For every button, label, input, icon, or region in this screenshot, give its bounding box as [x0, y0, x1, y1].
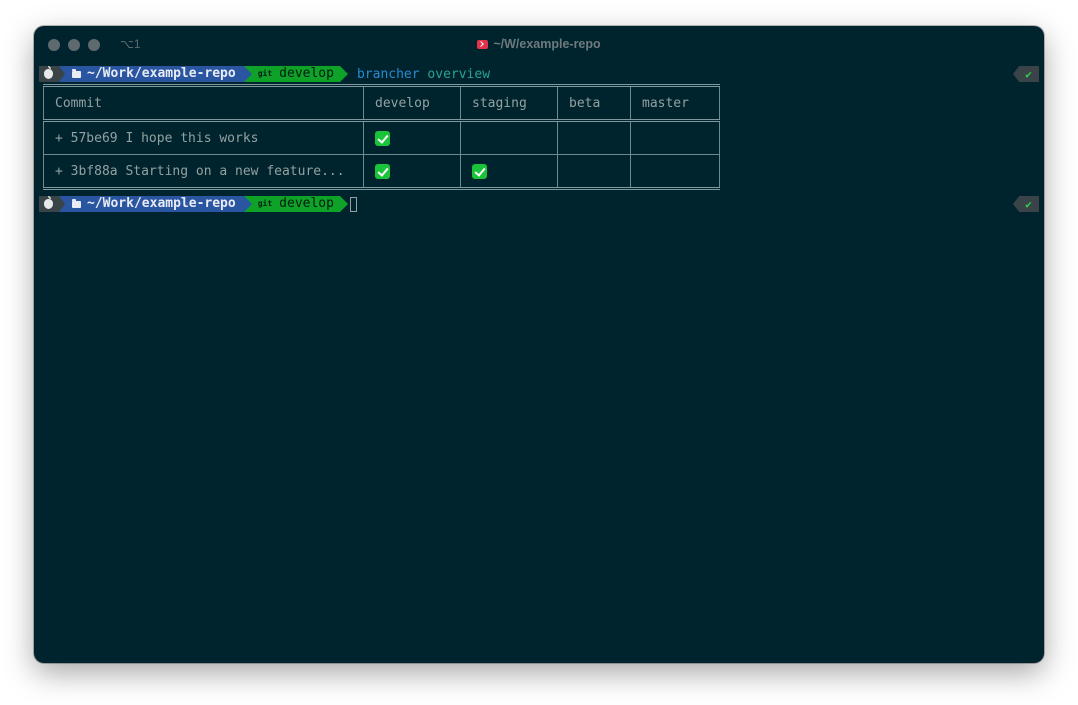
prompt-git-segment: git develop — [243, 66, 349, 82]
prompt-os-segment — [39, 196, 65, 212]
check-mark-icon: ✔ — [1025, 197, 1032, 211]
check-mark-icon — [375, 130, 390, 146]
overview-table-wrapper: Commit develop staging beta master + 57b… — [43, 84, 1039, 190]
git-icon: git — [257, 69, 273, 78]
prompt-branch: develop — [279, 196, 334, 211]
commit-cell: + 3bf88a Starting on a new feature... — [43, 154, 364, 190]
master-cell — [630, 120, 720, 155]
column-header-commit: Commit — [43, 84, 364, 122]
beta-cell — [557, 120, 631, 155]
folder-icon — [72, 198, 81, 208]
terminal-icon — [477, 40, 489, 49]
window-title-text: ~/W/example-repo — [493, 37, 601, 51]
staging-cell — [460, 120, 558, 155]
apple-icon — [44, 66, 53, 79]
column-header-master: master — [630, 84, 720, 122]
terminal-content[interactable]: ~/Work/example-repo git develop brancher… — [39, 66, 1039, 212]
develop-cell — [363, 120, 461, 155]
command-name: brancher — [356, 66, 420, 82]
text-cursor[interactable] — [349, 196, 357, 212]
staging-cell — [460, 154, 558, 190]
commit-cell: + 57be69 I hope this works — [43, 120, 364, 155]
prompt-git-segment: git develop — [243, 196, 349, 212]
check-mark-icon — [472, 163, 487, 179]
prompt-directory: ~/Work/example-repo — [87, 66, 236, 81]
table-header-row: Commit develop staging beta master — [43, 84, 720, 122]
git-icon: git — [257, 199, 273, 208]
title-bar: ⌥1 ~/W/example-repo — [34, 26, 1044, 62]
overview-table: Commit develop staging beta master + 57b… — [43, 84, 720, 190]
prompt-line: ~/Work/example-repo git develop ✔ — [39, 196, 1039, 212]
master-cell — [630, 154, 720, 190]
prompt-directory-segment: ~/Work/example-repo — [59, 66, 252, 82]
table-row: + 57be69 I hope this works — [43, 120, 720, 155]
prompt-directory-segment: ~/Work/example-repo — [59, 196, 252, 212]
command-argument: overview — [427, 66, 491, 82]
check-mark-icon: ✔ — [1025, 67, 1032, 81]
develop-cell — [363, 154, 461, 190]
prompt-directory: ~/Work/example-repo — [87, 196, 236, 211]
column-header-beta: beta — [557, 84, 631, 122]
check-mark-icon — [375, 163, 390, 179]
prompt-line: ~/Work/example-repo git develop brancher… — [39, 66, 1039, 82]
beta-cell — [557, 154, 631, 190]
column-header-develop: develop — [363, 84, 461, 122]
window-title: ~/W/example-repo — [34, 37, 1044, 51]
command-text: brancher overview — [357, 67, 490, 82]
prompt-branch: develop — [279, 66, 334, 81]
terminal-window: ⌥1 ~/W/example-repo ~/Work/example-repo … — [34, 26, 1044, 663]
table-row: + 3bf88a Starting on a new feature... — [43, 154, 720, 190]
prompt-os-segment — [39, 66, 65, 82]
prompt-status-segment: ✔ — [1013, 66, 1039, 82]
apple-icon — [44, 196, 53, 209]
prompt-status-segment: ✔ — [1013, 196, 1039, 212]
column-header-staging: staging — [460, 84, 558, 122]
folder-icon — [72, 68, 81, 78]
